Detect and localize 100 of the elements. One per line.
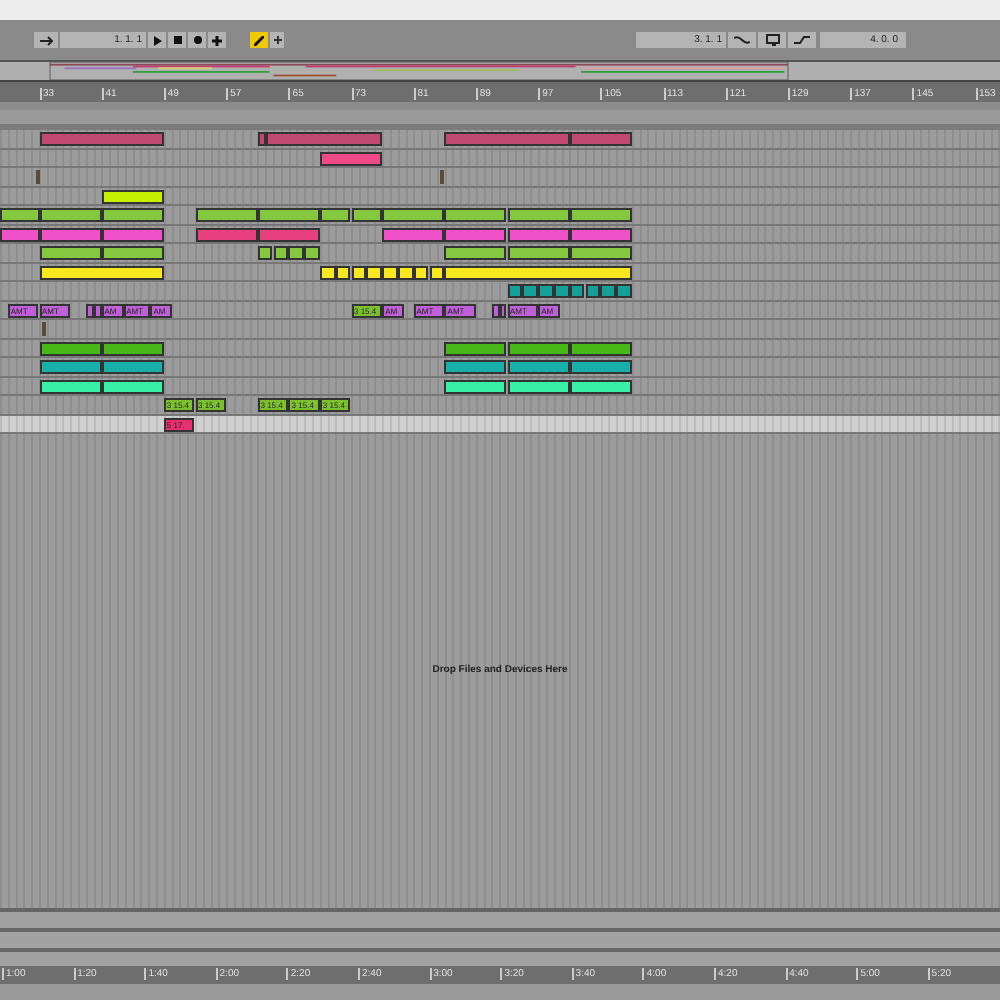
record-icon — [193, 36, 201, 44]
marker — [35, 170, 40, 184]
clip[interactable] — [444, 132, 570, 146]
clip[interactable] — [39, 246, 102, 260]
clip[interactable] — [507, 227, 570, 241]
clip[interactable] — [257, 227, 320, 241]
track-lane[interactable] — [0, 206, 1000, 225]
clip[interactable] — [195, 208, 258, 222]
clip[interactable] — [382, 208, 445, 222]
clip[interactable] — [101, 379, 164, 393]
clip[interactable] — [444, 360, 507, 374]
marker — [42, 322, 47, 336]
master-track-lane[interactable] — [0, 948, 1000, 966]
clip[interactable] — [507, 360, 570, 374]
clip[interactable] — [101, 360, 164, 374]
clip[interactable] — [522, 284, 539, 298]
clip[interactable] — [382, 265, 398, 279]
clip[interactable] — [569, 360, 632, 374]
play-button[interactable] — [148, 32, 166, 48]
clip[interactable] — [39, 208, 102, 222]
add-button[interactable] — [270, 32, 284, 48]
stop-icon — [173, 36, 181, 44]
clip[interactable] — [101, 227, 164, 241]
track-lane[interactable] — [0, 244, 1000, 263]
clip[interactable] — [569, 379, 632, 393]
clip[interactable] — [585, 284, 601, 298]
track-lane[interactable] — [0, 130, 1000, 149]
clip[interactable] — [600, 284, 617, 298]
track-lane[interactable] — [0, 358, 1000, 377]
loop-button[interactable] — [758, 32, 786, 48]
clip[interactable] — [351, 265, 367, 279]
clip[interactable] — [319, 151, 383, 165]
clip[interactable] — [265, 132, 383, 146]
clip[interactable] — [507, 208, 570, 222]
clip[interactable] — [0, 227, 39, 241]
clip[interactable] — [507, 246, 570, 260]
clip[interactable] — [257, 246, 273, 260]
marker — [440, 170, 445, 184]
clip[interactable] — [351, 208, 383, 222]
clip[interactable] — [195, 227, 258, 241]
track-lane[interactable] — [0, 168, 1000, 187]
clip[interactable] — [101, 208, 164, 222]
clip[interactable] — [39, 265, 164, 279]
clip[interactable] — [499, 303, 507, 317]
punch-in-button[interactable] — [728, 32, 756, 48]
follow-button[interactable] — [250, 32, 268, 48]
clip[interactable] — [538, 284, 554, 298]
return-track-lane[interactable] — [0, 928, 1000, 948]
clip[interactable] — [39, 360, 102, 374]
clip[interactable] — [616, 284, 632, 298]
clip[interactable] — [429, 265, 445, 279]
clip[interactable] — [366, 265, 383, 279]
curve-icon — [794, 36, 810, 44]
clip[interactable] — [39, 341, 102, 355]
clip[interactable] — [257, 208, 320, 222]
clip[interactable] — [444, 265, 632, 279]
clip[interactable] — [0, 208, 39, 222]
return-track-lane[interactable] — [0, 908, 1000, 928]
clip[interactable] — [273, 246, 289, 260]
wave-icon — [734, 36, 750, 44]
clip[interactable] — [304, 246, 320, 260]
clip[interactable] — [507, 379, 570, 393]
clip[interactable] — [382, 227, 445, 241]
clip[interactable] — [319, 265, 336, 279]
clip[interactable] — [85, 303, 94, 317]
clip[interactable] — [569, 341, 632, 355]
clip[interactable] — [288, 246, 305, 260]
clip[interactable] — [444, 246, 507, 260]
plus-icon — [212, 35, 222, 45]
clip[interactable] — [444, 208, 507, 222]
track-lane[interactable] — [0, 320, 1000, 339]
clip[interactable] — [101, 189, 164, 203]
track-lane[interactable] — [0, 282, 1000, 301]
punch-out-button[interactable] — [788, 32, 816, 48]
arrow-button[interactable] — [34, 32, 58, 48]
clip[interactable] — [444, 341, 507, 355]
clip[interactable] — [39, 379, 102, 393]
play-icon — [153, 35, 161, 45]
clip[interactable] — [257, 132, 266, 146]
clip[interactable] — [101, 246, 164, 260]
clip[interactable] — [444, 227, 507, 241]
clip[interactable] — [39, 132, 164, 146]
stop-button[interactable] — [168, 32, 186, 48]
loop-icon — [765, 34, 779, 46]
clip[interactable] — [569, 246, 632, 260]
overdub-button[interactable] — [208, 32, 226, 48]
clip[interactable] — [444, 379, 507, 393]
clip[interactable] — [319, 208, 351, 222]
plus-icon — [273, 36, 281, 44]
clip[interactable] — [569, 227, 632, 241]
clip[interactable] — [39, 227, 102, 241]
arrow-icon — [39, 35, 53, 45]
record-button[interactable] — [188, 32, 206, 48]
clip[interactable] — [507, 284, 523, 298]
clip[interactable] — [491, 303, 500, 317]
clip[interactable] — [93, 303, 102, 317]
clip[interactable] — [507, 341, 570, 355]
clip[interactable] — [569, 208, 632, 222]
clip[interactable] — [569, 132, 632, 146]
clip[interactable] — [101, 341, 164, 355]
